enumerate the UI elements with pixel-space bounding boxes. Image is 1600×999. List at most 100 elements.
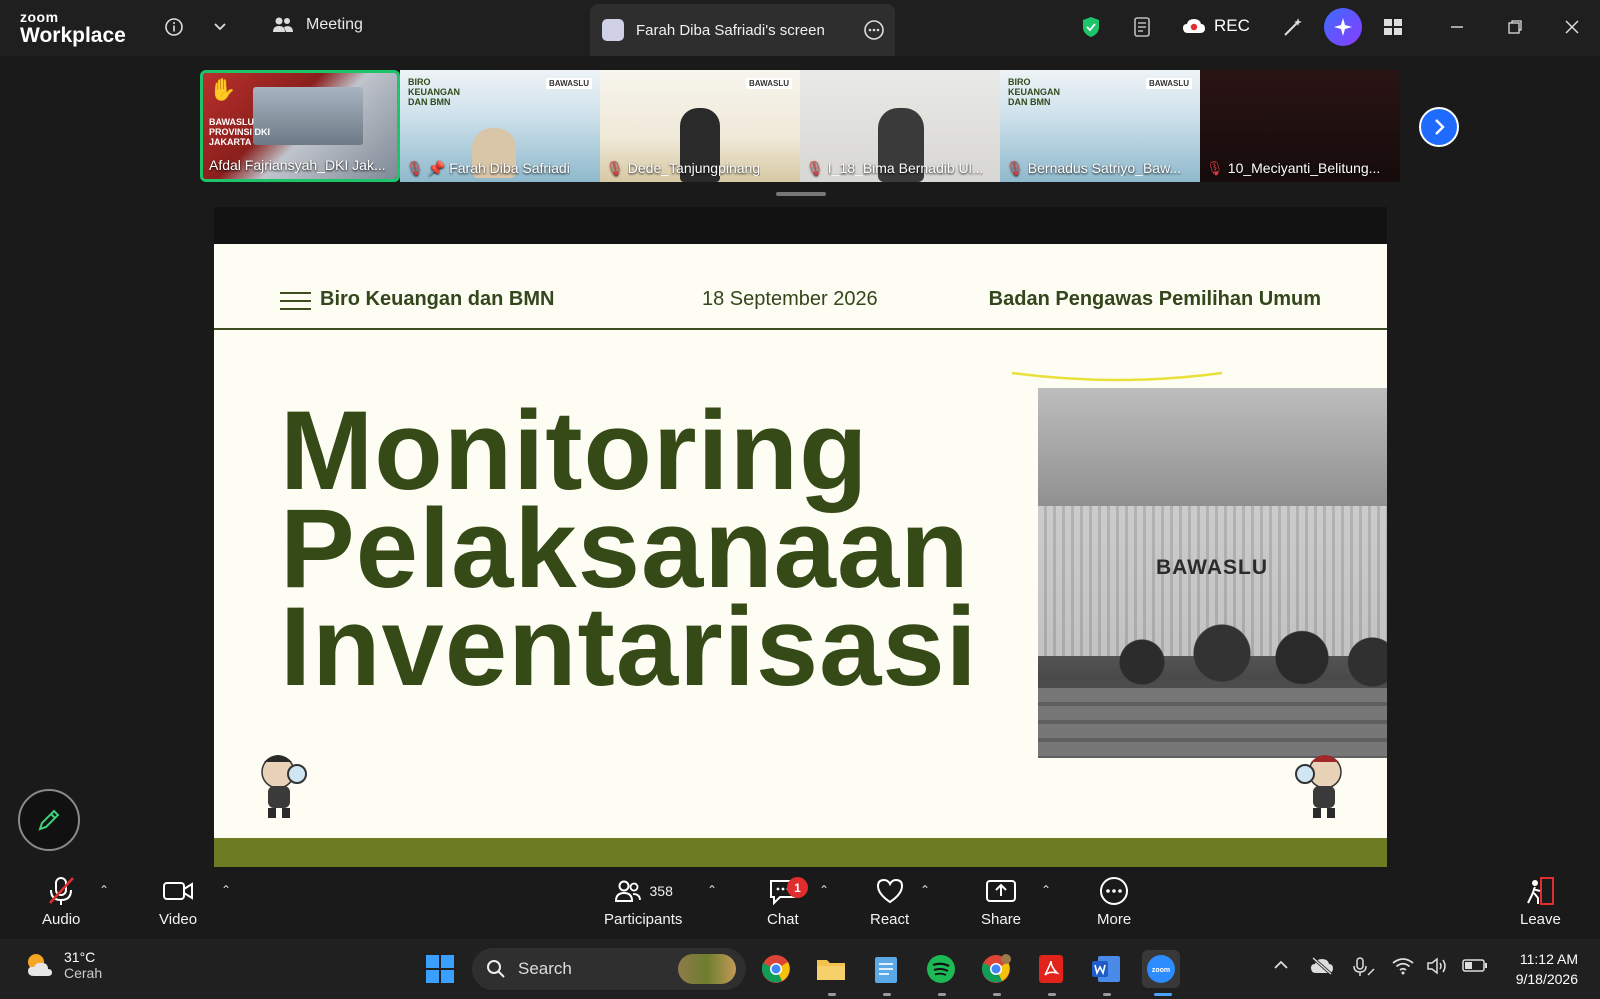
participant-name: 🎙 📌 Farah Diba Safriadi — [406, 159, 570, 177]
building-photo: BAWASLU — [1038, 388, 1387, 758]
slide-title-line3: Inventarisasi — [280, 584, 978, 709]
close-icon[interactable] — [1559, 14, 1585, 40]
mic-in-use-icon[interactable] — [1351, 957, 1375, 982]
video-button[interactable]: Video — [159, 875, 197, 928]
next-page-button[interactable] — [1419, 107, 1459, 147]
running-indicator — [1103, 993, 1111, 996]
file-explorer-app[interactable] — [812, 950, 850, 988]
muted-mic-icon: 🎙 — [406, 159, 424, 176]
security-shield-icon[interactable] — [1078, 14, 1104, 40]
ai-companion-button[interactable] — [1324, 8, 1362, 46]
zoom-app[interactable]: zoom — [1142, 950, 1180, 988]
strip-resize-handle[interactable] — [776, 192, 826, 196]
restore-icon[interactable] — [1502, 14, 1528, 40]
chat-options-caret[interactable]: ⌃ — [819, 883, 829, 897]
notes-icon[interactable] — [1130, 14, 1156, 40]
audio-button[interactable]: Audio — [42, 875, 80, 928]
participants-button[interactable]: 358 Participants — [604, 875, 682, 928]
annotate-wand-icon[interactable] — [1280, 14, 1306, 40]
participants-icon — [614, 880, 641, 902]
zoom-workplace-logo: zoom Workplace — [20, 10, 126, 46]
screen-share-tab[interactable]: Farah Diba Safriadi's screen — [590, 4, 895, 56]
people-icon — [273, 17, 293, 32]
running-indicator — [938, 993, 946, 996]
record-button[interactable]: REC — [1182, 16, 1250, 36]
chevron-right-icon — [1435, 119, 1445, 135]
zoom-icon: zoom — [1147, 955, 1175, 983]
video-options-caret[interactable]: ⌃ — [221, 883, 231, 897]
muted-mic-icon: 🎙 — [1206, 159, 1224, 176]
info-icon[interactable] — [161, 14, 187, 40]
tray-overflow-chevron-icon[interactable] — [1273, 957, 1289, 978]
more-button[interactable]: More — [1097, 875, 1131, 928]
volume-icon[interactable] — [1427, 957, 1449, 980]
building-sign: BAWASLU — [1156, 556, 1268, 579]
raised-hand-icon: ✋ — [209, 77, 237, 102]
acrobat-app[interactable] — [1032, 950, 1070, 988]
notepad-app[interactable] — [867, 950, 905, 988]
chrome-app[interactable] — [757, 950, 795, 988]
leave-button[interactable]: Leave — [1520, 875, 1561, 928]
search-highlight-image — [678, 954, 736, 984]
weather-widget[interactable]: 31°C Cerah — [24, 949, 102, 981]
react-button[interactable]: React — [870, 875, 909, 928]
participant-name: 🎙 10_Meciyanti_Belitung... — [1206, 159, 1381, 177]
tile-slide-logo: BAWASLU — [746, 78, 792, 89]
participant-name: 🎙 I_18_Bima Bernadib Ul... — [806, 159, 984, 177]
meeting-tab[interactable]: Meeting — [272, 16, 363, 34]
minimize-icon[interactable] — [1444, 14, 1470, 40]
windows-start-button[interactable] — [421, 950, 459, 988]
word-icon — [1092, 956, 1120, 982]
search-placeholder: Search — [518, 959, 572, 978]
share-button[interactable]: Share — [981, 875, 1021, 928]
react-options-caret[interactable]: ⌃ — [920, 883, 930, 897]
shared-slide: Biro Keuangan dan BMN 18 September 2026 … — [214, 244, 1387, 868]
participants-label: Participants — [604, 911, 683, 928]
rec-label: REC — [1214, 16, 1250, 35]
battery-icon[interactable] — [1462, 957, 1488, 978]
cloud-record-icon — [1183, 19, 1205, 33]
running-indicator — [828, 993, 836, 996]
more-options-icon[interactable] — [863, 19, 885, 45]
folder-icon — [817, 960, 845, 980]
apps-grid-icon[interactable] — [1380, 14, 1406, 40]
notepad-icon — [875, 957, 897, 983]
chevron-down-icon[interactable] — [207, 14, 233, 40]
mascot-left — [261, 755, 307, 818]
spotify-app[interactable] — [922, 950, 960, 988]
word-app[interactable] — [1087, 950, 1125, 988]
participant-tile[interactable]: 🎙 10_Meciyanti_Belitung... — [1200, 70, 1400, 182]
participant-tile[interactable]: BIRO KEUANGAN DAN BMN BAWASLU 🎙 Bernadus… — [1000, 70, 1200, 182]
chrome-profile-icon — [981, 954, 1011, 983]
share-options-caret[interactable]: ⌃ — [1041, 883, 1051, 897]
windows-taskbar: 31°C Cerah Search zoom 11:12 AM 9/18/202… — [0, 939, 1600, 999]
pin-icon: 📌 — [427, 159, 446, 176]
mic-muted-icon — [49, 877, 75, 905]
chrome-profile-app[interactable] — [977, 950, 1015, 988]
video-label: Video — [159, 911, 198, 928]
participant-strip: ✋ BAWASLU PROVINSI DKI JAKARTA Afdal Faj… — [200, 70, 1400, 182]
tile-slide-logo: BAWASLU — [1146, 78, 1192, 89]
taskbar-search[interactable]: Search — [472, 948, 746, 990]
participants-options-caret[interactable]: ⌃ — [707, 883, 717, 897]
chat-unread-badge: 1 — [787, 877, 808, 898]
wifi-icon[interactable] — [1392, 957, 1414, 980]
participant-tile[interactable]: BIRO KEUANGAN DAN BMN BAWASLU 🎙 📌 Farah … — [400, 70, 600, 182]
participant-tile[interactable]: 🎙 I_18_Bima Bernadib Ul... — [800, 70, 1000, 182]
share-label: Share — [981, 911, 1022, 928]
participant-tile[interactable]: BAWASLU 🎙 Dede_Tanjungpinang — [600, 70, 800, 182]
search-icon — [487, 960, 505, 978]
leave-label: Leave — [1520, 911, 1561, 928]
cloud-offline-icon[interactable] — [1310, 956, 1334, 980]
participant-tile[interactable]: ✋ BAWASLU PROVINSI DKI JAKARTA Afdal Faj… — [200, 70, 400, 182]
annotate-button[interactable] — [18, 789, 80, 851]
audio-options-caret[interactable]: ⌃ — [99, 883, 109, 897]
running-indicator — [1048, 993, 1056, 996]
leave-door-icon — [1527, 877, 1555, 905]
system-clock[interactable]: 11:12 AM 9/18/2026 — [1516, 949, 1578, 989]
road — [1038, 688, 1387, 758]
participant-name: Afdal Fajriansyah_DKI Jak... — [209, 157, 386, 173]
logo-line2: Workplace — [20, 24, 126, 47]
muted-mic-icon: 🎙 — [606, 159, 624, 176]
spotify-icon — [927, 955, 955, 983]
